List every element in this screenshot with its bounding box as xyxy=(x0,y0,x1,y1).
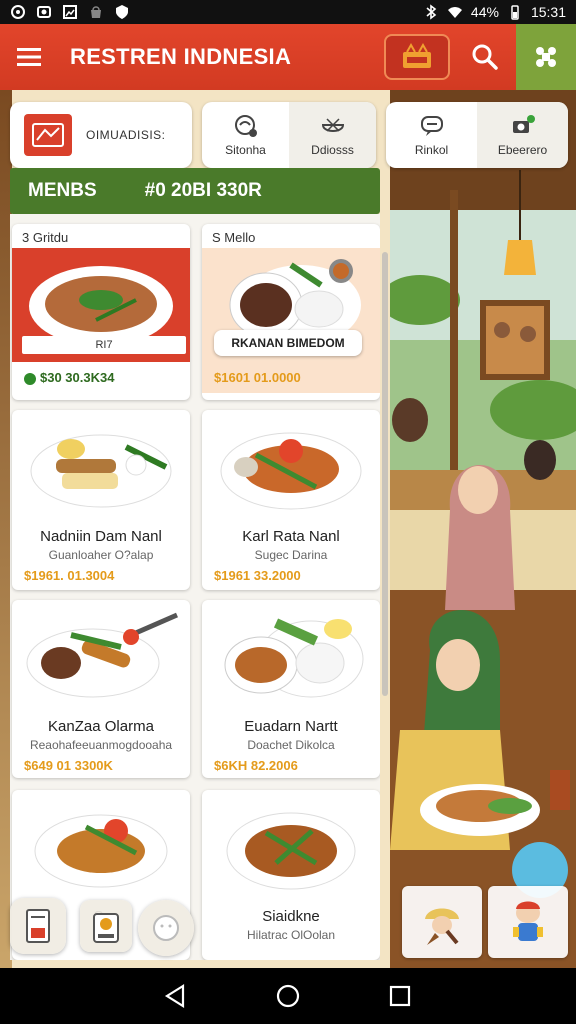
bluetooth-icon xyxy=(423,4,439,20)
check-icon xyxy=(24,372,36,385)
category-tabs-group-1: Sitonha Ddiosss xyxy=(202,102,376,168)
price-value: $30 30.3K34 xyxy=(40,370,115,385)
menu-item-tag: S Mello xyxy=(212,230,256,245)
clock: 15:31 xyxy=(530,4,566,20)
chef-button[interactable] xyxy=(138,900,194,956)
menu-item-card[interactable]: KanZaa Olarma Reaohafeeuanmogdooaha $649… xyxy=(12,600,190,778)
menu-item-description: Guanloaher O?alap xyxy=(48,548,154,562)
dish-image: RKANAN BIMEDOM xyxy=(202,248,380,362)
menu-item-card[interactable]: RKANAN BIMEDOM S Mello $1601 01.0000 xyxy=(202,224,380,400)
menu-item-description: Doachet Dikolca xyxy=(247,738,335,752)
menu-item-description: Reaohafeeuanmogdooaha xyxy=(29,738,173,752)
menu-icon xyxy=(17,48,41,66)
menu-scrollbar[interactable] xyxy=(382,252,388,696)
chef-icon xyxy=(153,915,179,941)
photo-icon xyxy=(36,4,52,20)
menu-item-tag: 3 Gritdu xyxy=(22,230,69,245)
dish-image xyxy=(202,790,380,900)
battery-icon xyxy=(507,4,523,20)
restaurant-scene-illustration xyxy=(390,90,576,968)
menu-item-card[interactable]: Euadarn Nartt Doachet Dikolca $6KH 82.20… xyxy=(202,600,380,778)
tab-rinkol[interactable]: Rinkol xyxy=(386,102,477,168)
order-button[interactable] xyxy=(80,900,132,952)
search-icon xyxy=(472,44,498,70)
tab-label: Ebeerero xyxy=(497,143,548,157)
connect-button[interactable] xyxy=(516,24,576,90)
menu-item-card[interactable]: Nadniin Dam Nanl Guanloaher O?alap $1961… xyxy=(12,410,190,590)
menu-title: MENBS xyxy=(28,180,97,201)
back-icon[interactable] xyxy=(163,983,189,1009)
dish-plate-label: RI7 xyxy=(22,336,186,354)
menu-item-price: $1961. 01.3004 xyxy=(24,568,115,583)
status-bar: 44% 15:31 xyxy=(0,0,576,24)
menu-item-description: Sugec Darina xyxy=(254,548,328,562)
dish-image xyxy=(12,410,190,520)
tab-ebeerero[interactable]: Ebeerero xyxy=(477,102,568,168)
tab-label: Sitonha xyxy=(225,143,266,157)
mascot-button-left[interactable] xyxy=(402,886,482,958)
wifi-badge-icon xyxy=(234,115,257,137)
dish-image xyxy=(202,600,380,710)
app-title: RESTREN INDNESIA xyxy=(70,44,292,69)
menu-item-card[interactable]: Siaidkne Hilatrac OlOolan xyxy=(202,790,380,960)
simulation-label: OIMUADISIS: xyxy=(86,128,166,142)
connect-icon xyxy=(536,47,556,67)
document-icon xyxy=(26,909,50,943)
tab-ddiosss[interactable]: Ddiosss xyxy=(289,102,376,168)
tab-label: Rinkol xyxy=(414,143,449,157)
menu-item-name: Euadarn Nartt xyxy=(244,718,338,735)
app-bar: RESTREN INDNESIA xyxy=(0,24,576,90)
menu-item-card[interactable]: RI7 3 Gritdu $30 30.3K34 xyxy=(12,224,190,400)
menu-header: MENBS #0 20BI 330R xyxy=(10,168,380,214)
menu-grid: RI7 3 Gritdu $30 30.3K34 RKANAN BIMEDOM … xyxy=(10,214,380,960)
mascot-button-right[interactable] xyxy=(488,886,568,958)
menu-item-name: KanZaa Olarma xyxy=(48,718,154,735)
category-tabs-group-2: Rinkol Ebeerero xyxy=(386,102,568,168)
simulation-card[interactable]: OIMUADISIS: xyxy=(10,102,192,168)
shield-icon xyxy=(114,4,130,20)
menu-item-price: $649 01 3300K xyxy=(24,758,113,773)
app-screen: 44% 15:31 RESTREN INDNESIA OIMUADISIS: S… xyxy=(0,0,576,1024)
menu-item-price: $1601 01.0000 xyxy=(202,362,380,393)
mascot-icon xyxy=(425,908,459,945)
restaurant-logo-icon xyxy=(24,114,72,156)
dish-image xyxy=(12,600,190,710)
menu-item-card[interactable]: Karl Rata Nanl Sugec Darina $1961 33.200… xyxy=(202,410,380,590)
gallery-icon xyxy=(62,4,78,20)
menu-item-name: Karl Rata Nanl xyxy=(242,528,340,545)
document-button[interactable] xyxy=(10,898,66,954)
dish-image: RI7 xyxy=(12,248,190,362)
dish-plate-label: RKANAN BIMEDOM xyxy=(214,330,362,356)
camera-badge-icon xyxy=(512,115,535,133)
menu-item-name: Siaidkne xyxy=(262,908,320,925)
tab-sitonha[interactable]: Sitonha xyxy=(202,102,289,168)
order-icon xyxy=(93,913,119,943)
promo-button[interactable] xyxy=(384,34,450,80)
dish-image xyxy=(202,410,380,520)
battery-level: 44% xyxy=(470,4,499,20)
bowl-icon xyxy=(321,118,344,132)
promo-icon xyxy=(403,42,431,68)
menu-item-price: $30 30.3K34 xyxy=(12,362,190,393)
menu-item-price: $1961 33.2000 xyxy=(214,568,301,583)
menu-item-name: Nadniin Dam Nanl xyxy=(40,528,162,545)
menu-button[interactable] xyxy=(0,24,58,90)
bag-icon xyxy=(88,4,104,20)
sync-icon xyxy=(10,4,26,20)
system-nav-bar xyxy=(0,968,576,1024)
wifi-icon xyxy=(447,4,463,20)
menu-count: #0 20BI 330R xyxy=(144,180,262,201)
search-button[interactable] xyxy=(460,24,510,90)
chat-icon xyxy=(420,116,443,136)
home-icon[interactable] xyxy=(275,983,301,1009)
recents-icon[interactable] xyxy=(387,983,413,1009)
tab-label: Ddiosss xyxy=(311,143,354,157)
menu-item-description: Hilatrac OlOolan xyxy=(246,928,336,942)
character-icon xyxy=(513,901,543,941)
menu-item-price: $6KH 82.2006 xyxy=(214,758,298,773)
dish-image xyxy=(12,790,190,900)
